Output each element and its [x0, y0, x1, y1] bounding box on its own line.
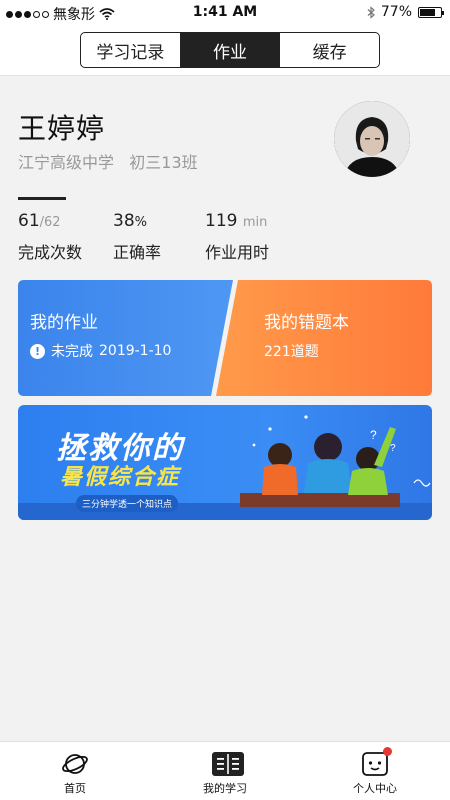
book-icon [211, 750, 244, 778]
battery-icon [418, 6, 444, 18]
class-name: 初三13班 [129, 153, 198, 172]
header: 学习记录 作业 缓存 [0, 24, 450, 76]
svg-text:?: ? [370, 428, 377, 442]
bluetooth-icon [367, 5, 375, 19]
battery-percent: 77% [380, 4, 412, 20]
tab-my-study[interactable]: 我的学习 [150, 742, 300, 800]
accuracy-value: 38 [113, 211, 135, 231]
time-label: 作业用时 [205, 243, 270, 262]
bottom-tab-bar: 首页 我的学习 个人中心 [0, 741, 450, 800]
school-name: 江宁高级中学 [18, 153, 115, 172]
tab-homework[interactable]: 作业 [180, 33, 281, 67]
wrong-card-title: 我的错题本 [264, 313, 349, 333]
tab-home[interactable]: 首页 [0, 742, 150, 800]
completed-count: 61 [18, 211, 40, 231]
homework-card-title: 我的作业 [30, 313, 98, 333]
school-info: 江宁高级中学 初三13班 [18, 149, 198, 173]
tab-profile[interactable]: 个人中心 [300, 742, 450, 800]
planet-icon [61, 750, 89, 778]
homework-card[interactable]: 我的作业 ! 未完成 2019-1-10 [18, 280, 233, 396]
student-name: 王婷婷 [18, 112, 106, 145]
svg-text:?: ? [390, 443, 396, 454]
accuracy-label: 正确率 [113, 243, 162, 262]
tab-study-record[interactable]: 学习记录 [81, 33, 181, 67]
time-value: 119 [205, 211, 238, 231]
completed-label: 完成次数 [18, 243, 83, 262]
status-bar: 無象形 1:41 AM 77% [0, 0, 450, 24]
alert-icon: ! [30, 343, 45, 359]
homework-card-bg [18, 280, 233, 396]
notification-dot [383, 747, 392, 756]
stat-completed: 61/62 完成次数 [18, 211, 82, 263]
divider [18, 197, 66, 200]
wrong-question-card[interactable]: 我的错题本 221道题 [216, 280, 432, 396]
tab-my-study-label: 我的学习 [203, 782, 247, 795]
banner-title-2: 暑假综合症 [60, 465, 181, 490]
tab-cache[interactable]: 缓存 [280, 33, 379, 67]
promo-banner[interactable]: ? ? 拯救你的 暑假综合症 三分钟学透一个知识点 [18, 405, 432, 520]
stat-time: 119 min 作业用时 [205, 211, 269, 263]
stat-accuracy: 38% 正确率 [113, 211, 161, 263]
wrong-card-bg [216, 280, 432, 396]
avatar[interactable] [334, 101, 410, 177]
profile-section: 王婷婷 江宁高级中学 初三13班 61/62 完成次数 38% 正确率 119 … [0, 77, 450, 272]
accuracy-unit: % [134, 215, 147, 230]
tab-home-label: 首页 [64, 782, 86, 795]
robot-face-icon [361, 747, 392, 778]
homework-status: 未完成 [51, 344, 93, 360]
homework-date: 2019-1-10 [99, 343, 172, 359]
completed-total: /62 [39, 215, 61, 230]
tab-profile-label: 个人中心 [353, 782, 397, 795]
banner-subtitle: 三分钟学透一个知识点 [76, 495, 179, 512]
wrong-card-count: 221道题 [264, 344, 319, 360]
time-unit: min [242, 215, 268, 230]
segmented-control: 学习记录 作业 缓存 [80, 32, 380, 68]
